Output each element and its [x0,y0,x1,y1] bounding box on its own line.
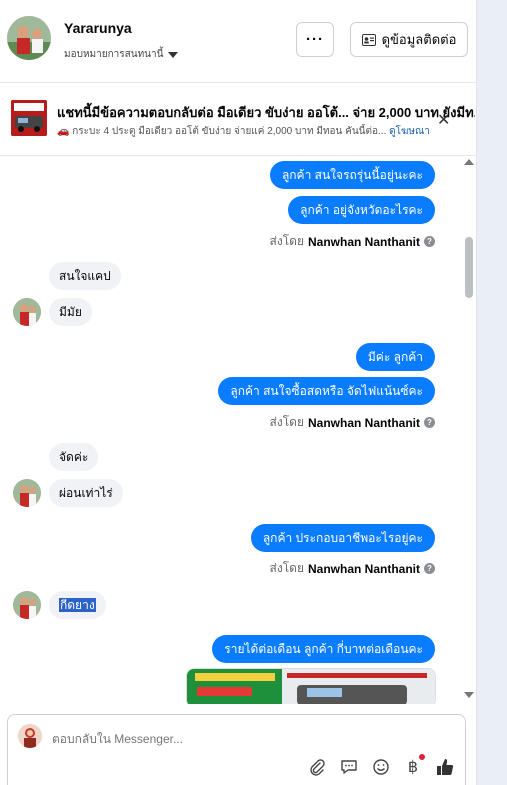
outgoing-message: ลูกค้า อยู่จังหวัดอะไรคะ [288,196,435,224]
avatar[interactable] [7,16,51,60]
message-thread[interactable]: ลูกค้า สนใจรถรุ่นนี้อยู่นะคะ ลูกค้า อยู่… [0,156,476,704]
ad-subtitle-text: 🚗 กระบะ 4 ประตู มือเดียว ออโต้ ขับง่าย จ… [57,126,387,137]
avatar [13,591,41,619]
assign-conversation-dropdown[interactable]: มอบหมายการสนทนานี้ [64,47,179,62]
outgoing-message: มีค่ะ ลูกค้า [355,343,435,371]
smile-icon[interactable] [371,757,391,777]
ad-subtitle: 🚗 กระบะ 4 ประตู มือเดียว ออโต้ ขับง่าย จ… [57,124,457,139]
sender-name: Nanwhan Nanthanit [307,561,420,576]
incoming-message: จัดค่ะ [49,443,99,471]
ad-image-attachment[interactable] [186,668,436,704]
scrollbar-thumb[interactable] [465,237,473,298]
view-contact-button[interactable]: ดูข้อมูลติดต่อ [350,22,468,57]
sent-by-line: ส่งโดย Nanwhan Nanthanit ? [270,559,435,578]
composer-toolbar: ฿ [307,754,455,777]
contact-card-icon [361,33,376,46]
page-avatar [18,724,42,748]
view-contact-label: ดูข้อมูลติดต่อ [381,32,457,47]
selected-text: กีดยาง [59,598,96,612]
ad-context-bar: แชทนี้มีข้อความตอบกลับต่อ มือเดียว ขับง่… [0,84,476,156]
close-icon[interactable]: ✕ [437,110,450,130]
sent-by-line: ส่งโดย Nanwhan Nanthanit ? [270,232,435,251]
reply-input[interactable] [52,732,432,746]
scroll-up-arrow-icon[interactable] [464,159,474,165]
avatar [13,298,41,326]
outgoing-message: ลูกค้า สนใจรถรุ่นนี้อยู่นะคะ [269,161,435,189]
question-icon[interactable]: ? [424,236,435,247]
sent-by-prefix: ส่งโดย [269,415,304,429]
avatar [13,479,41,507]
outgoing-message: ลูกค้า ประกอบอาชีพอะไรอยู่คะ [250,524,435,552]
more-options-button[interactable]: ··· [296,22,334,57]
sender-name: Nanwhan Nanthanit [307,415,420,430]
contact-name: Yararunya [64,20,132,36]
conversation-header: Yararunya มอบหมายการสนทนานี้ ··· ดูข้อมู… [0,0,476,83]
chat-bubble-icon[interactable] [339,757,359,777]
message-composer: ฿ [7,714,466,785]
notification-dot [419,754,425,760]
sent-by-prefix: ส่งโดย [269,234,304,248]
baht-icon[interactable]: ฿ [403,754,425,777]
paperclip-icon[interactable] [307,757,327,777]
outgoing-message: ลูกค้า สนใจซื้อสดหรือ จัดไฟแน้นซ์คะ [218,377,435,405]
side-panel-edge [476,0,507,785]
incoming-message: มีมัย [49,298,92,326]
incoming-message: ผ่อนเท่าไร่ [49,479,123,507]
ad-thumbnail[interactable] [11,100,47,136]
caret-down-icon [168,51,179,58]
outgoing-message: รายได้ต่อเดือน ลูกค้า กี่บาทต่อเดือนคะ [212,635,435,663]
view-ad-link[interactable]: ดูโฆษณา [389,126,430,137]
sent-by-line: ส่งโดย Nanwhan Nanthanit ? [270,413,435,432]
incoming-message: กีดยาง [49,591,106,619]
scroll-down-arrow-icon[interactable] [464,692,474,698]
thumbs-up-icon[interactable] [435,757,455,777]
question-icon[interactable]: ? [424,563,435,574]
incoming-message: สนใจแคป [49,262,121,290]
assign-label: มอบหมายการสนทนานี้ [64,49,164,60]
ad-title: แชทนี้มีข้อความตอบกลับต่อ มือเดียว ขับง่… [57,105,475,120]
sender-name: Nanwhan Nanthanit [307,234,420,249]
sent-by-prefix: ส่งโดย [269,561,304,575]
question-icon[interactable]: ? [424,417,435,428]
